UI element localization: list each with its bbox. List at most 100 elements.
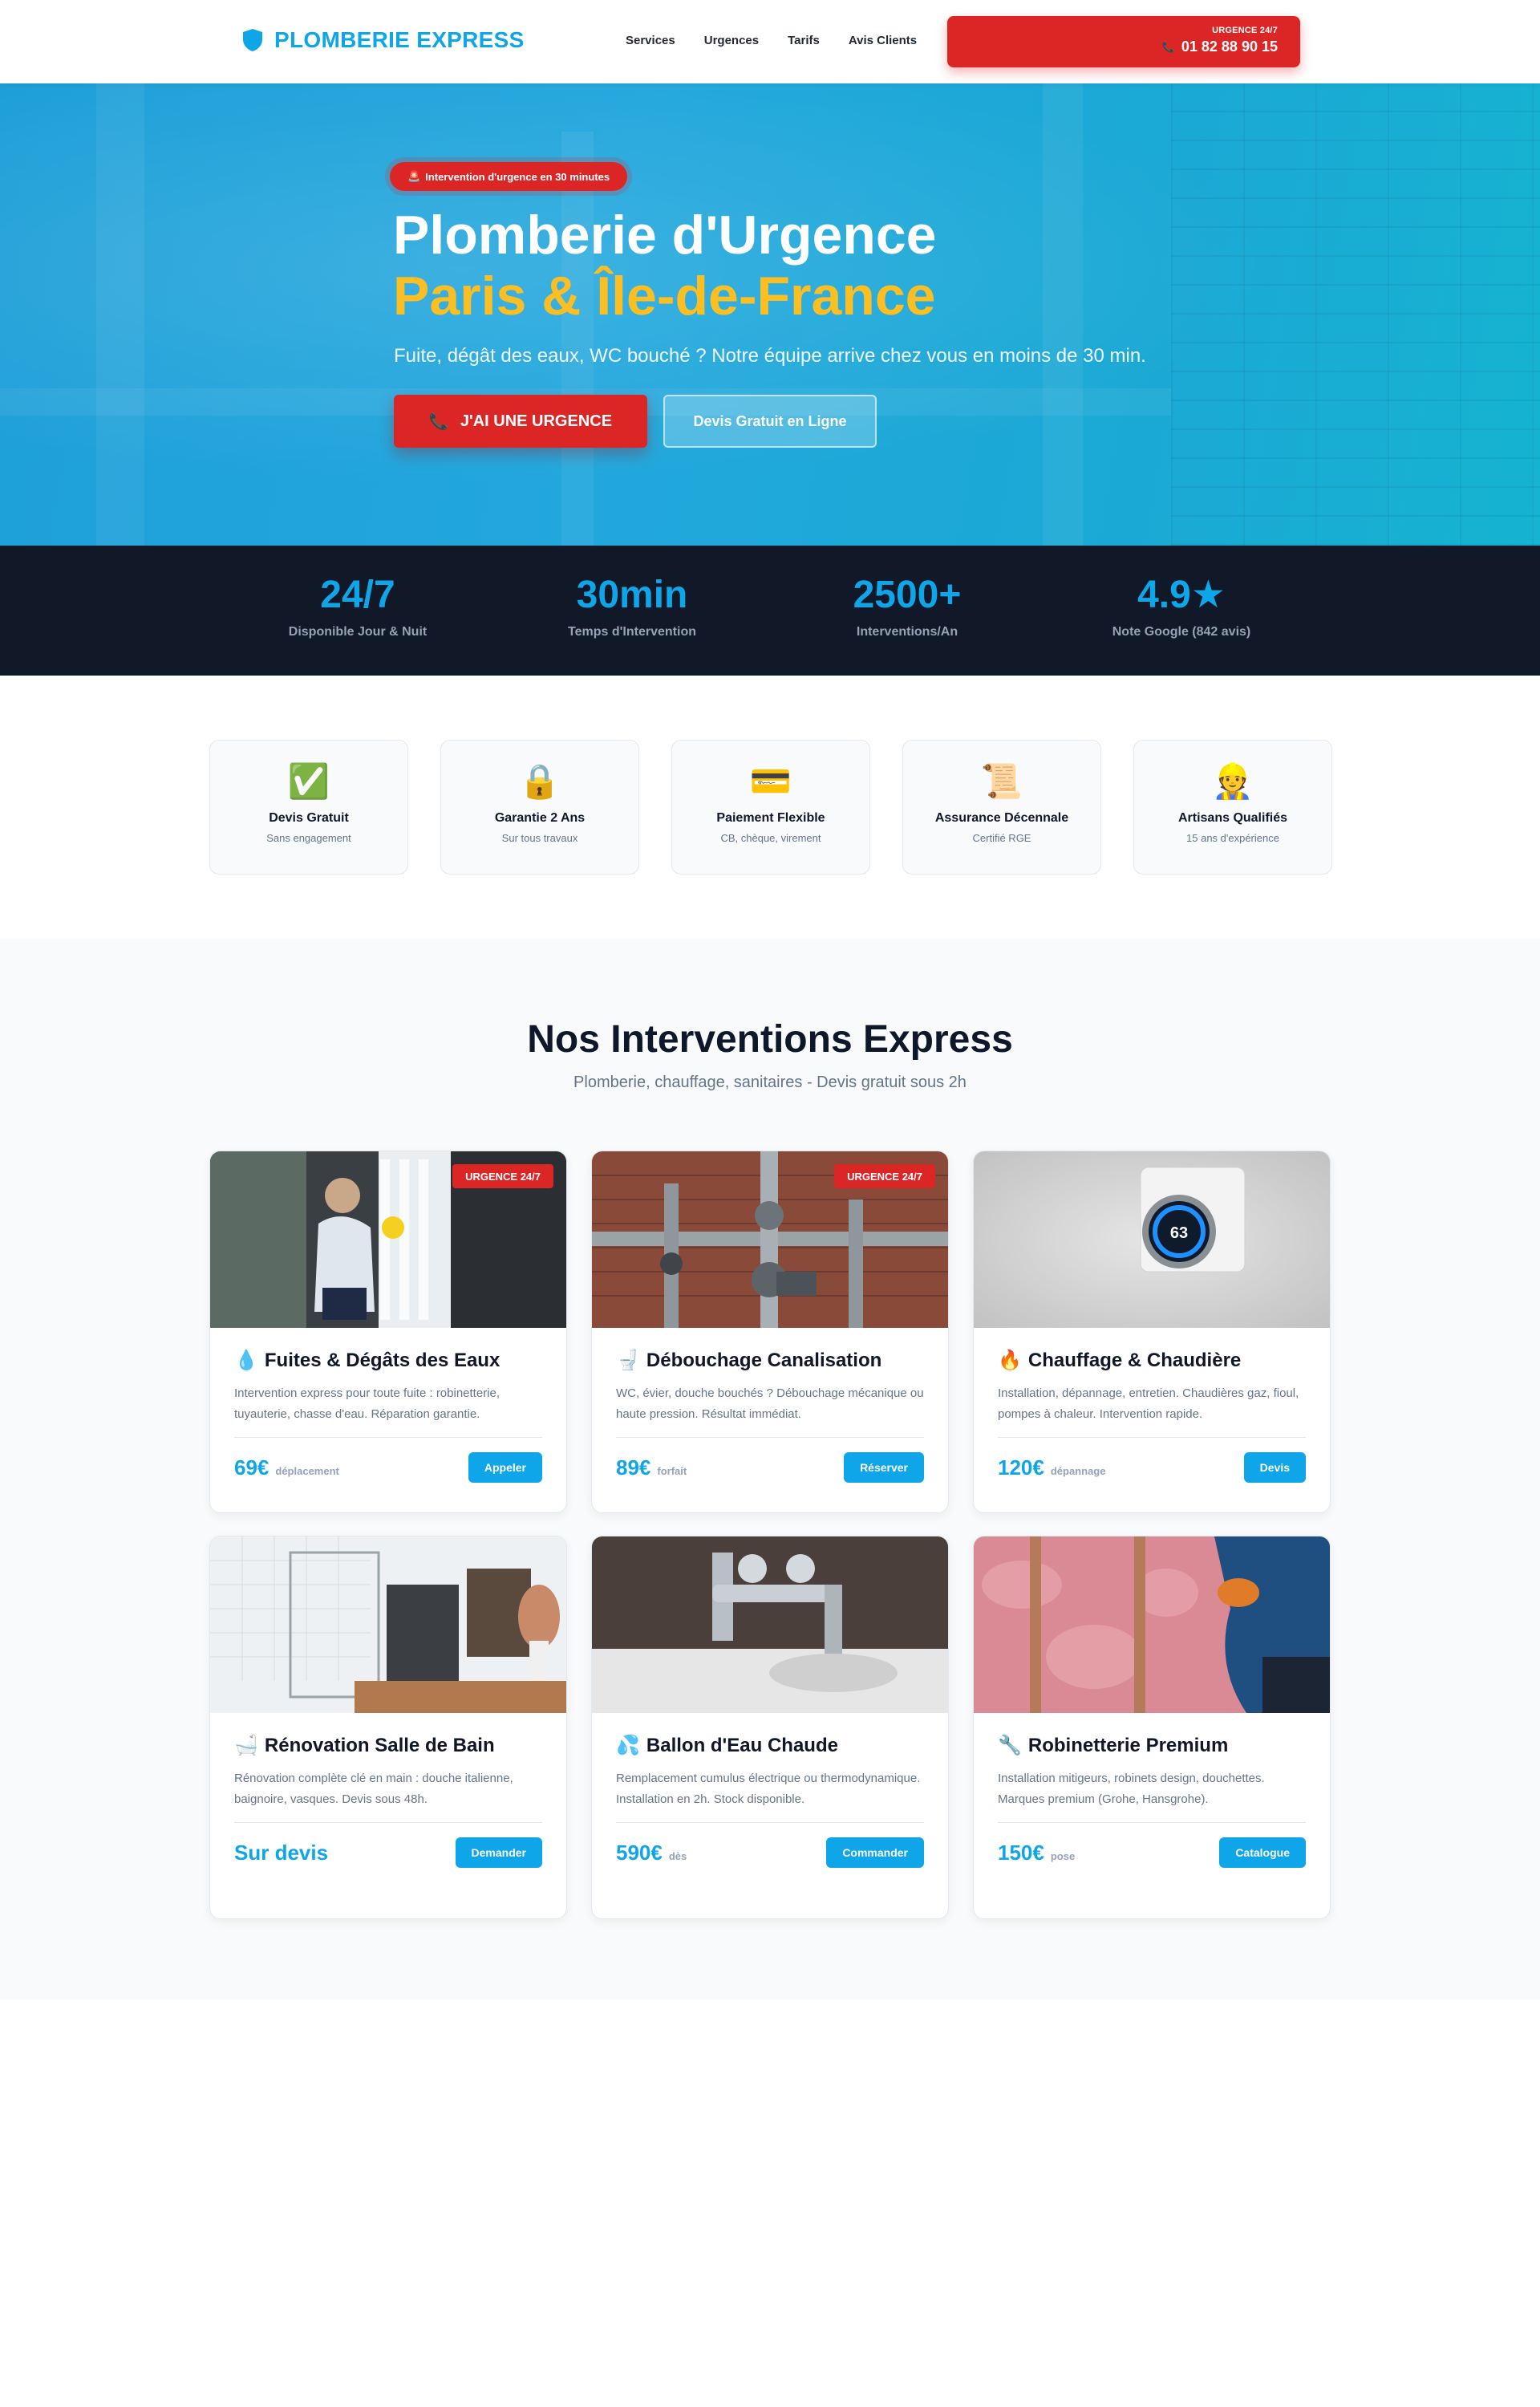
services-title: Nos Interventions Express: [527, 1018, 1013, 1061]
devis-button[interactable]: Devis Gratuit en Ligne: [663, 395, 877, 448]
price-unit: dès: [668, 1849, 687, 1862]
card-price: 89€ forfait: [616, 1455, 687, 1480]
worker-icon: 👷: [1211, 762, 1254, 800]
hero-background-pipe: [1043, 83, 1083, 546]
features-section: ✅ Devis Gratuit Sans engagement 🔒 Garant…: [0, 676, 1540, 939]
service-image-bathroom: [210, 1536, 566, 1713]
price-unit: déplacement: [275, 1464, 339, 1477]
nav-link-urgences[interactable]: Urgences: [704, 34, 759, 47]
card-price: 590€ dès: [616, 1841, 687, 1865]
hero-title: Plomberie d'Urgence: [393, 205, 937, 266]
stat-label: Temps d'Intervention: [568, 624, 696, 639]
urgence-button-label: J'AI UNE URGENCE: [460, 412, 613, 430]
water-splash-icon: 💦: [616, 1735, 640, 1756]
hero-title-highlight: Paris & Île-de-France: [393, 266, 936, 327]
feature-desc: Sur tous travaux: [501, 832, 578, 844]
hero-badge: 🚨 Intervention d'urgence en 30 minutes: [390, 162, 628, 191]
site-header: PLOMBERIE EXPRESS Services Urgences Tari…: [0, 0, 1540, 83]
stat-value: 30min: [576, 574, 688, 616]
stat-value: 24/7: [320, 574, 395, 616]
card-description: Remplacement cumulus électrique ou therm…: [616, 1772, 921, 1806]
card-divider: [234, 1822, 542, 1823]
urgent-phone-number: 01 82 88 90 15: [1181, 39, 1278, 55]
stat-item: 2500+ Interventions/An: [803, 574, 1011, 639]
appeler-button[interactable]: Appeler: [468, 1452, 542, 1483]
toilet-icon: 🚽: [616, 1350, 640, 1371]
card-price: Sur devis: [234, 1841, 328, 1865]
card-title-text: Rénovation Salle de Bain: [264, 1734, 495, 1756]
feature-desc: Certifié RGE: [972, 832, 1031, 844]
service-card-chauffage: 63 🔥 Chauffage & Chaudière Installation,…: [973, 1151, 1331, 1513]
card-price: 69€ déplacement: [234, 1455, 339, 1480]
urgence-button[interactable]: 📞 J'AI UNE URGENCE: [394, 395, 647, 448]
siren-icon: 🚨: [407, 170, 421, 182]
credit-card-icon: 💳: [749, 762, 792, 800]
card-description: Installation, dépannage, entretien. Chau…: [998, 1386, 1299, 1421]
card-divider: [234, 1437, 542, 1438]
catalogue-button[interactable]: Catalogue: [1219, 1837, 1306, 1868]
card-title-text: Débouchage Canalisation: [646, 1349, 882, 1371]
card-price: 150€ pose: [998, 1841, 1075, 1865]
phone-icon: 📞: [1161, 40, 1175, 53]
stat-item: 24/7 Disponible Jour & Nuit: [253, 574, 462, 639]
nav-link-tarifs[interactable]: Tarifs: [788, 34, 820, 47]
hero-subtitle: Fuite, dégât des eaux, WC bouché ? Notre…: [394, 345, 1146, 367]
card-divider: [616, 1437, 924, 1438]
services-section: Nos Interventions Express Plomberie, cha…: [0, 939, 1540, 1999]
urgence-badge: URGENCE 24/7: [834, 1164, 935, 1188]
feature-title: Devis Gratuit: [269, 811, 349, 825]
card-description: WC, évier, douche bouchés ? Débouchage m…: [616, 1386, 924, 1421]
stat-item: 4.9★ Note Google (842 avis): [1077, 574, 1286, 639]
shield-icon: [242, 28, 263, 52]
service-image-cleaning: URGENCE 24/7: [210, 1151, 566, 1328]
wrench-icon: 🔧: [998, 1735, 1022, 1756]
card-title: 🔥 Chauffage & Chaudière: [998, 1349, 1306, 1372]
logo-text: PLOMBERIE EXPRESS: [274, 27, 525, 52]
devis-card-button[interactable]: Devis: [1243, 1452, 1306, 1483]
feature-desc: Sans engagement: [266, 832, 351, 844]
stat-label: Disponible Jour & Nuit: [288, 624, 428, 639]
urgent-call-button[interactable]: URGENCE 24/7 📞 01 82 88 90 15: [947, 16, 1300, 67]
card-description: Installation mitigeurs, robinets design,…: [998, 1772, 1265, 1806]
reserver-button[interactable]: Réserver: [844, 1452, 924, 1483]
feature-card: 🔒 Garantie 2 Ans Sur tous travaux: [440, 740, 639, 875]
urgent-label: URGENCE 24/7: [1212, 26, 1278, 35]
feature-card: ✅ Devis Gratuit Sans engagement: [209, 740, 408, 875]
card-title-text: Ballon d'Eau Chaude: [646, 1734, 838, 1756]
price-value: 150€: [998, 1840, 1044, 1865]
card-title: 🛁 Rénovation Salle de Bain: [234, 1734, 542, 1757]
service-image-pipes: URGENCE 24/7: [592, 1151, 948, 1328]
card-description: Intervention express pour toute fuite : …: [234, 1386, 500, 1421]
service-card-renovation: 🛁 Rénovation Salle de Bain Rénovation co…: [209, 1536, 567, 1919]
card-description: Rénovation complète clé en main : douche…: [234, 1772, 513, 1806]
card-divider: [616, 1822, 924, 1823]
price-value: Sur devis: [234, 1840, 329, 1865]
commander-button[interactable]: Commander: [826, 1837, 924, 1868]
price-unit: dépannage: [1050, 1464, 1106, 1477]
bathtub-icon: 🛁: [234, 1735, 258, 1756]
services-subtitle: Plomberie, chauffage, sanitaires - Devis…: [573, 1074, 967, 1091]
card-title-text: Robinetterie Premium: [1027, 1734, 1229, 1756]
hero-background-brick: [1171, 83, 1540, 546]
feature-title: Artisans Qualifiés: [1177, 811, 1288, 825]
card-title: 🔧 Robinetterie Premium: [998, 1734, 1306, 1757]
stat-label: Interventions/An: [856, 624, 958, 639]
hero-section: 🚨 Intervention d'urgence en 30 minutes P…: [0, 83, 1540, 546]
stats-bar: 24/7 Disponible Jour & Nuit 30min Temps …: [0, 546, 1540, 676]
urgence-badge: URGENCE 24/7: [452, 1164, 553, 1188]
feature-card: 💳 Paiement Flexible CB, chèque, virement: [671, 740, 870, 875]
hero-background-pipe: [96, 83, 144, 546]
phone-icon: 📞: [428, 412, 449, 431]
feature-desc: 15 ans d'expérience: [1186, 832, 1279, 844]
check-icon: ✅: [287, 762, 330, 800]
feature-title: Assurance Décennale: [934, 811, 1069, 825]
nav-link-avis-clients[interactable]: Avis Clients: [849, 34, 917, 47]
price-value: 69€: [234, 1455, 270, 1480]
logo[interactable]: PLOMBERIE EXPRESS: [242, 27, 525, 53]
service-image-faucet: [592, 1536, 948, 1713]
demander-button[interactable]: Demander: [455, 1837, 542, 1868]
hero-background-pipe: [561, 132, 594, 546]
nav-link-services[interactable]: Services: [626, 34, 675, 47]
service-card-debouchage: URGENCE 24/7 🚽 Débouchage Canalisation W…: [591, 1151, 949, 1513]
price-value: 120€: [998, 1455, 1044, 1480]
